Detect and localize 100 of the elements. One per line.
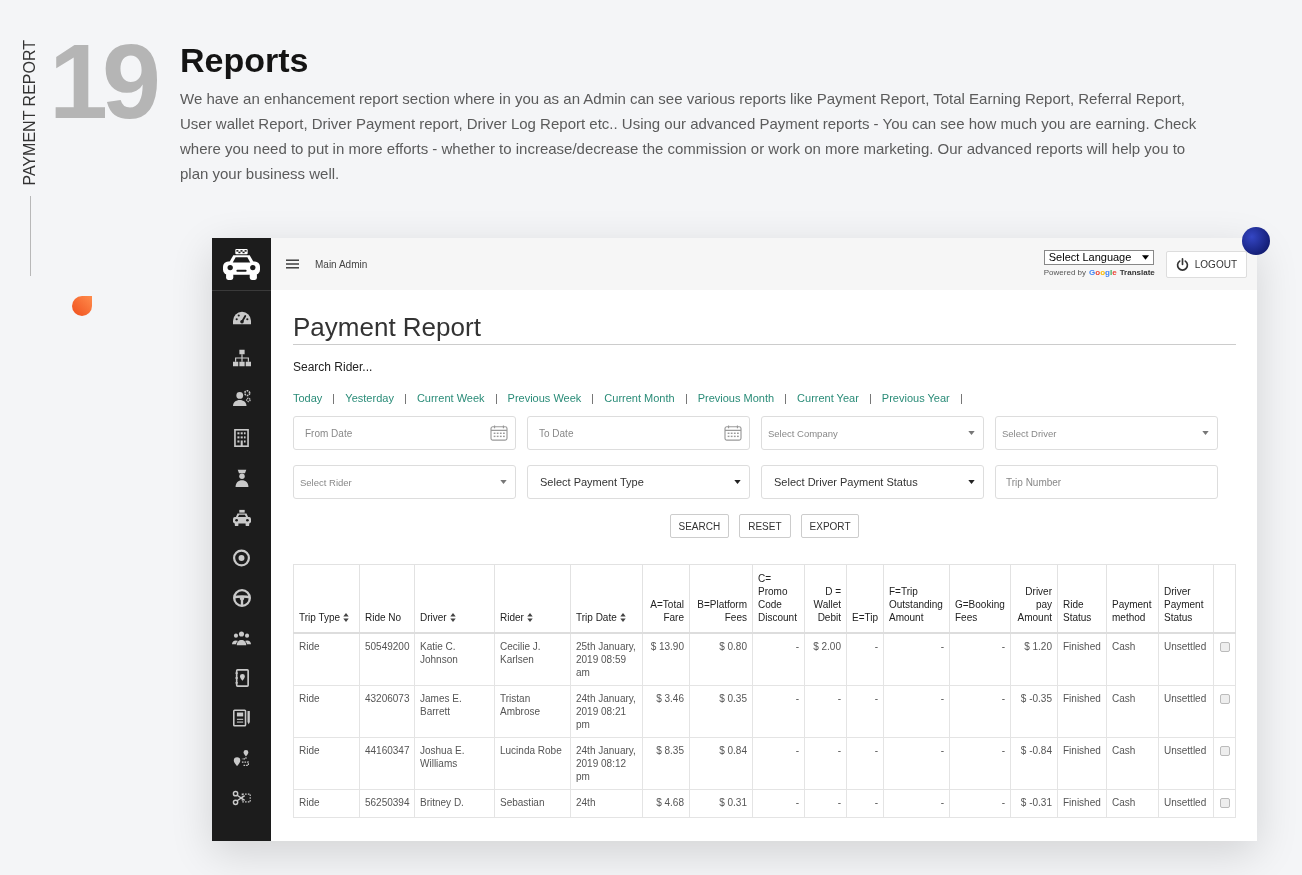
sitemap-icon[interactable]: [232, 349, 251, 367]
column-header[interactable]: Trip Date: [576, 612, 617, 623]
table-cell: $ 8.35: [642, 737, 690, 790]
search-button[interactable]: SEARCH: [669, 514, 730, 538]
table-cell: 44160347: [359, 737, 415, 790]
table-cell: Britney D.: [414, 789, 495, 818]
driver-icon[interactable]: [234, 469, 249, 487]
select-field[interactable]: Select Rider: [293, 465, 516, 499]
checkbox[interactable]: [1219, 746, 1230, 756]
table-cell: -: [846, 685, 884, 738]
table-cell: Unsettled: [1158, 737, 1214, 790]
taxi-icon[interactable]: [232, 509, 251, 527]
table-cell: -: [949, 789, 1011, 818]
table-cell: Tristan Ambrose: [494, 685, 571, 738]
caret-icon: [1141, 255, 1149, 260]
column-header: C= Promo Code Discount: [758, 573, 797, 623]
steering-wheel-icon[interactable]: [232, 589, 251, 607]
table-cell: $ -0.84: [1010, 737, 1058, 790]
select-field[interactable]: Select Driver Payment Status: [761, 465, 984, 499]
date-field[interactable]: To Date: [527, 416, 750, 450]
date-range-link[interactable]: Current Week: [416, 391, 485, 406]
column-header[interactable]: Rider: [500, 612, 524, 623]
table-cell: Finished: [1057, 789, 1107, 818]
caret-icon: [1202, 431, 1209, 435]
building-icon[interactable]: [234, 429, 249, 447]
checkbox[interactable]: [1219, 694, 1230, 704]
table-cell: -: [846, 633, 884, 686]
table-cell: $ 3.46: [642, 685, 690, 738]
scissors-icon[interactable]: [232, 789, 251, 807]
table-cell: $ -0.31: [1010, 789, 1058, 818]
sort-icon[interactable]: [619, 613, 626, 622]
calendar-icon: [724, 425, 742, 441]
car-icon[interactable]: [223, 248, 260, 280]
date-range-link[interactable]: Current Month: [604, 391, 675, 406]
table-cell: Ride: [293, 685, 360, 738]
table-cell: Ride: [293, 789, 360, 818]
export-button[interactable]: EXPORT: [800, 514, 860, 538]
checkbox[interactable]: [1219, 642, 1230, 652]
language-select[interactable]: Select Language: [1043, 250, 1154, 265]
table-cell: 56250394: [359, 789, 415, 818]
table-cell: Lucinda Robe: [494, 737, 571, 790]
column-header: A=Total Fare: [650, 599, 684, 623]
table-cell: -: [804, 685, 847, 738]
input-field[interactable]: Trip Number: [995, 465, 1218, 499]
select-field[interactable]: Select Payment Type: [527, 465, 750, 499]
power-icon: [1175, 257, 1189, 271]
date-range-link[interactable]: Previous Month: [697, 391, 775, 406]
table-cell: $ 0.80: [689, 633, 753, 686]
section-number: 19: [49, 28, 157, 134]
table-cell: Ride: [293, 737, 360, 790]
route-icon[interactable]: [233, 749, 250, 767]
table-cell: -: [752, 633, 805, 686]
translate-link[interactable]: Translate: [1119, 268, 1155, 278]
column-header[interactable]: Driver: [420, 612, 447, 623]
page-title: Payment Report: [293, 312, 1236, 345]
reset-button[interactable]: RESET: [739, 514, 791, 538]
column-header[interactable]: Trip Type: [299, 612, 341, 623]
table-cell: $ -0.35: [1010, 685, 1058, 738]
date-range-link[interactable]: Previous Year: [881, 391, 950, 406]
menu-icon[interactable]: [286, 259, 299, 269]
table-cell: Unsettled: [1158, 789, 1214, 818]
table-cell: 24th January, 2019 08:21 pm: [570, 685, 643, 738]
table-cell: 24th: [570, 789, 643, 818]
logout-button[interactable]: LOGOUT: [1165, 250, 1247, 278]
section-description: We have an enhancement report section where in you as an Admin can see various reports like Payment Report, Total Earning Report, Referral Report, User wallet Report, Driver Payment report, Driver Log Report etc.. Using our advanced Payment reports - You can see how much you are earning. Check where you need to put in more efforts - whether to increase/decrease the commission or work on more marketing. Our advanced reports will help you to plan your business well.: [180, 89, 1198, 184]
table-cell: $ 0.31: [689, 789, 753, 818]
date-range-link[interactable]: Previous Week: [507, 391, 582, 406]
sort-icon[interactable]: [343, 613, 350, 622]
table-cell: -: [949, 633, 1011, 686]
table-cell: -: [883, 685, 950, 738]
drop-icon: [72, 295, 92, 316]
date-range-link[interactable]: Current Year: [797, 391, 859, 406]
address-book-icon[interactable]: [234, 669, 249, 687]
notebook-pen-icon[interactable]: [232, 709, 251, 727]
table-cell: $ 4.68: [642, 789, 690, 818]
column-header: B=Platform Fees: [697, 599, 747, 623]
date-range-link[interactable]: Today: [293, 391, 323, 406]
users-icon[interactable]: [232, 629, 251, 647]
select-field[interactable]: Select Driver: [995, 416, 1218, 450]
table-cell: $ 0.35: [689, 685, 753, 738]
sort-icon[interactable]: [449, 613, 456, 622]
checkbox[interactable]: [1219, 798, 1230, 808]
date-field[interactable]: From Date: [293, 416, 516, 450]
table-cell: Finished: [1057, 737, 1107, 790]
target-icon[interactable]: [233, 549, 250, 567]
table-cell: -: [949, 685, 1011, 738]
user-name: Main Admin: [315, 258, 368, 270]
table-cell: $ 0.84: [689, 737, 753, 790]
table-cell: -: [949, 737, 1011, 790]
date-range-link[interactable]: Yesterday: [345, 391, 394, 406]
user-gear-icon[interactable]: [232, 389, 251, 407]
table-cell: Cash: [1106, 737, 1159, 790]
column-header: Ride No: [365, 612, 402, 623]
table-cell: Cash: [1106, 633, 1159, 686]
sort-icon[interactable]: [526, 613, 533, 622]
gauge-icon[interactable]: [232, 309, 251, 327]
table-cell: -: [883, 633, 950, 686]
google-logo: Google: [1089, 268, 1117, 278]
select-field[interactable]: Select Company: [761, 416, 984, 450]
column-header: E=Tip: [852, 612, 879, 623]
